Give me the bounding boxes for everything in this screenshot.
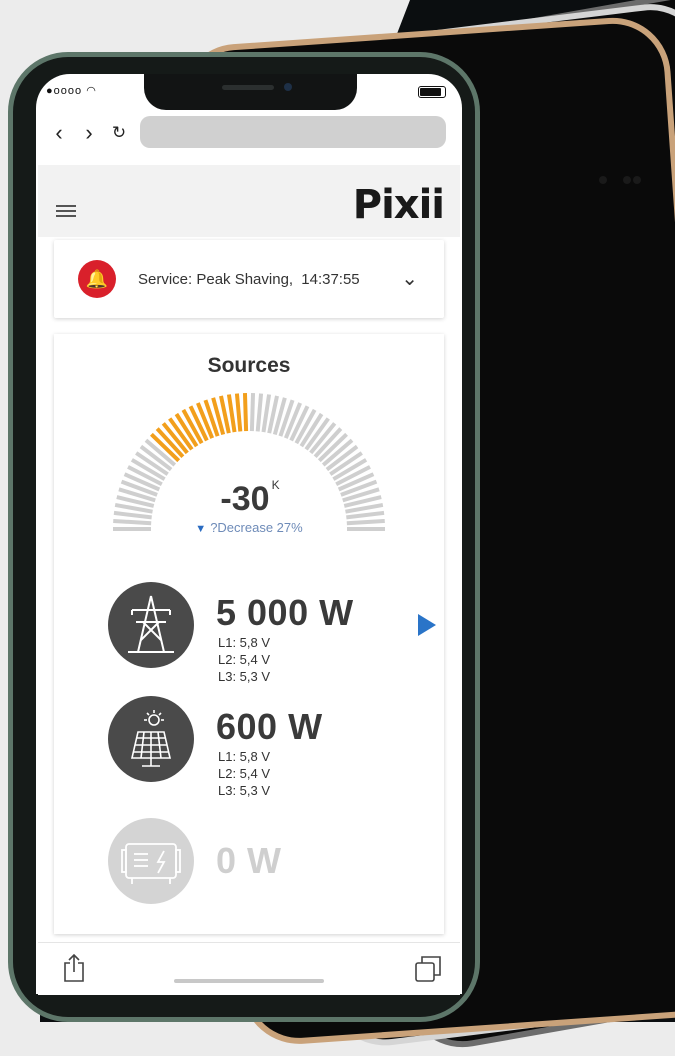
sources-title: Sources <box>207 354 291 377</box>
alert-bell-icon: 🔔 <box>78 260 116 298</box>
service-card[interactable]: 🔔 Service: Peak Shaving, 14:37:55 ⌄ <box>54 240 444 318</box>
gauge-unit: K <box>271 478 280 492</box>
solar-l1: L1: 5,8 V <box>218 749 271 764</box>
solar-l3: L3: 5,3 V <box>218 783 271 798</box>
service-time: 14:37:55 <box>301 271 360 288</box>
camera <box>284 83 292 91</box>
solar-power: 600 W <box>216 706 323 747</box>
forward-icon[interactable]: › <box>74 120 104 146</box>
grid-l2: L2: 5,4 V <box>218 652 271 667</box>
generator-power: 0 W <box>216 840 282 881</box>
power-pylon-icon <box>108 582 194 668</box>
generator-icon <box>108 818 194 904</box>
gauge-tick <box>226 394 237 433</box>
down-triangle-icon: ▼ <box>195 523 207 535</box>
signal-indicator: ●oooo ◠ <box>46 84 97 97</box>
browser-bottom-bar <box>38 942 460 995</box>
grid-power: 5 000 W <box>216 592 354 633</box>
gauge-number: -30 <box>220 480 270 518</box>
gauge-tick <box>255 393 264 432</box>
app-header: Pixii <box>38 165 460 237</box>
gauge-value: -30 K <box>54 478 444 519</box>
battery-icon <box>418 86 446 98</box>
grid-l3: L3: 5,3 V <box>218 669 271 684</box>
speaker <box>222 85 274 90</box>
grid-phase-list: L1: 5,8 V L2: 5,4 V L3: 5,3 V <box>218 634 270 685</box>
reload-icon[interactable]: ↻ <box>104 123 134 143</box>
gauge-tick <box>261 394 272 433</box>
pixii-logo: Pixii <box>352 185 444 219</box>
browser-toolbar: ‹ › ↻ <box>38 108 460 158</box>
signal-text: ●oooo <box>46 85 83 97</box>
grid-l1: L1: 5,8 V <box>218 635 271 650</box>
url-bar[interactable] <box>140 116 446 148</box>
tabs-icon[interactable] <box>414 955 442 988</box>
menu-icon[interactable] <box>56 205 76 217</box>
solar-phase-list: L1: 5,8 V L2: 5,4 V L3: 5,3 V <box>218 748 270 799</box>
gauge-change: ▼ ?Decrease 27% <box>54 520 444 535</box>
play-arrow-icon[interactable] <box>418 614 436 636</box>
gauge-tick <box>249 393 256 432</box>
home-indicator[interactable] <box>174 979 324 983</box>
solar-l2: L2: 5,4 V <box>218 766 271 781</box>
share-icon[interactable] <box>62 953 86 988</box>
service-status: Service: Peak Shaving, 14:37:55 <box>138 271 360 288</box>
service-label: Service: Peak Shaving, <box>138 271 294 288</box>
gauge-change-text: ?Decrease 27% <box>210 520 303 535</box>
gauge-tick <box>234 393 243 432</box>
wifi-icon: ◠ <box>86 85 97 97</box>
chevron-down-icon[interactable]: ⌄ <box>401 266 418 291</box>
back-icon[interactable]: ‹ <box>44 120 74 146</box>
gauge-tick <box>242 393 249 432</box>
solar-panel-icon <box>108 696 194 782</box>
notch <box>144 74 357 110</box>
sources-card: Sources -30 K ▼ ?Decrease 27% 5 000 W L1: … <box>54 334 444 934</box>
